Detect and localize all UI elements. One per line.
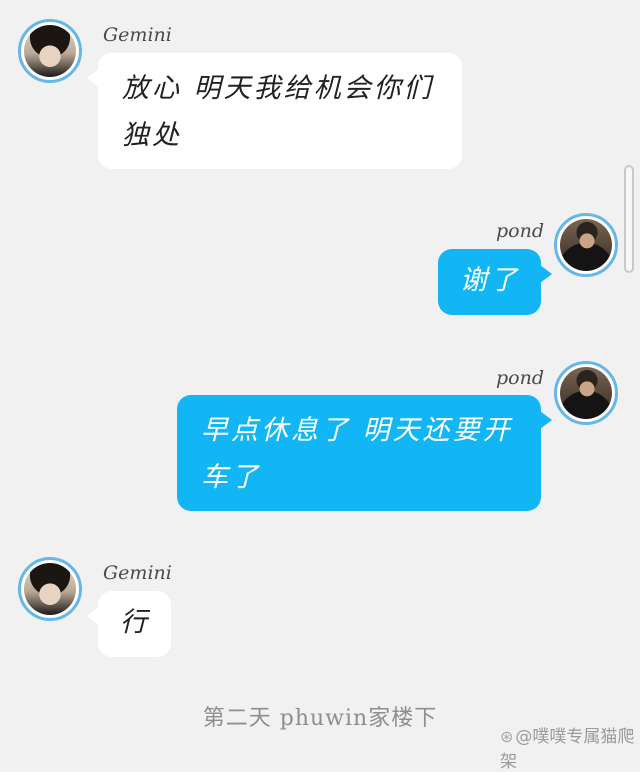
sender-name: Gemini [103,24,172,46]
message-text-line: 行 [120,607,150,638]
message-bubble[interactable]: 谢了 [438,249,552,315]
weibo-icon: ⊛ [500,727,514,746]
avatar-photo [24,563,76,615]
message-text-line: 车了 [201,462,261,493]
message-bubble[interactable]: 早点休息了 明天还要开 车了 [177,395,552,511]
avatar-pond[interactable] [554,213,618,277]
message-text-line: 谢了 [460,265,520,296]
message-text-line: 早点休息了 明天还要开 [201,415,513,446]
sender-name: Gemini [103,562,172,584]
message-bubble[interactable]: 放心 明天我给机会你们 独处 [87,53,462,169]
avatar-gemini[interactable] [18,557,82,621]
scrollbar[interactable] [624,165,634,273]
avatar-photo [24,25,76,77]
avatar-pond[interactable] [554,361,618,425]
message-text-line: 放心 明天我给机会你们 [122,73,434,104]
avatar-gemini[interactable] [18,19,82,83]
message-text-line: 独处 [122,120,182,151]
avatar-photo [560,367,612,419]
message-bubble[interactable]: 行 [87,591,171,657]
chat-thread: Gemini 放心 明天我给机会你们 独处 pond 谢了 pond 早点休息了… [0,0,640,772]
avatar-photo [560,219,612,271]
sender-name: pond [496,220,545,242]
watermark: ⊛ @噗噗专属猫爬架 [500,722,640,772]
sender-name: pond [496,367,545,389]
